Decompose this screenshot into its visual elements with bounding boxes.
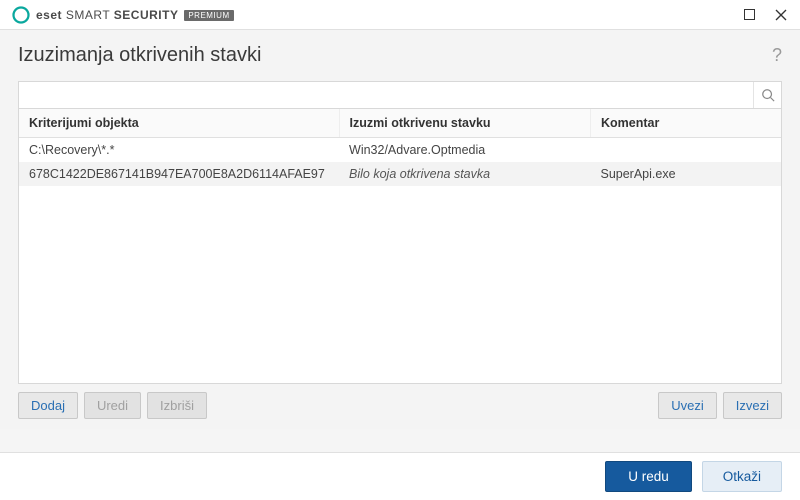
col-exclude[interactable]: Izuzmi otkrivenu stavku [339, 109, 590, 138]
brand-light: SMART [66, 8, 110, 22]
ok-button[interactable]: U redu [605, 461, 692, 492]
content-area: Izuzimanja otkrivenih stavki ? Kriteriju… [0, 30, 800, 429]
cell-exclude: Bilo koja otkrivena stavka [339, 162, 590, 186]
cancel-button[interactable]: Otkaži [702, 461, 782, 492]
table-header-row: Kriterijumi objekta Izuzmi otkrivenu sta… [19, 109, 781, 138]
help-icon[interactable]: ? [772, 45, 782, 66]
search-input[interactable] [19, 82, 753, 108]
cell-comment [590, 138, 781, 163]
page-header: Izuzimanja otkrivenih stavki ? [18, 44, 782, 67]
window-controls [740, 6, 790, 24]
table-row[interactable]: C:\Recovery\*.*Win32/Advare.Optmedia [19, 138, 781, 163]
add-button[interactable]: Dodaj [18, 392, 78, 419]
cell-comment: SuperApi.exe [590, 162, 781, 186]
edit-button[interactable]: Uredi [84, 392, 141, 419]
page-title: Izuzimanja otkrivenih stavki [18, 44, 261, 67]
brand-bold: SECURITY [114, 8, 179, 22]
eset-logo-icon [12, 6, 30, 24]
export-button[interactable]: Izvezi [723, 392, 782, 419]
exclusions-table: Kriterijumi objekta Izuzmi otkrivenu sta… [19, 109, 781, 186]
col-criteria[interactable]: Kriterijumi objekta [19, 109, 339, 138]
cell-exclude: Win32/Advare.Optmedia [339, 138, 590, 163]
dialog-footer: U redu Otkaži [0, 452, 800, 500]
brand: eset SMART SECURITY PREMIUM [12, 6, 234, 24]
cell-criteria: 678C1422DE867141B947EA700E8A2D6114AFAE97 [19, 162, 339, 186]
brand-eset: eset [36, 8, 62, 22]
toolbar-left: Dodaj Uredi Izbriši [18, 392, 207, 419]
search-icon[interactable] [753, 82, 781, 108]
close-icon[interactable] [772, 6, 790, 24]
exclusions-table-container: Kriterijumi objekta Izuzmi otkrivenu sta… [18, 109, 782, 384]
titlebar: eset SMART SECURITY PREMIUM [0, 0, 800, 30]
import-button[interactable]: Uvezi [658, 392, 717, 419]
col-comment[interactable]: Komentar [590, 109, 781, 138]
table-row[interactable]: 678C1422DE867141B947EA700E8A2D6114AFAE97… [19, 162, 781, 186]
search-bar [18, 81, 782, 109]
maximize-icon[interactable] [740, 6, 758, 24]
toolbar-right: Uvezi Izvezi [658, 392, 782, 419]
toolbar: Dodaj Uredi Izbriši Uvezi Izvezi [18, 392, 782, 419]
brand-badge: PREMIUM [184, 10, 233, 21]
brand-text: eset SMART SECURITY PREMIUM [36, 8, 234, 22]
cell-criteria: C:\Recovery\*.* [19, 138, 339, 163]
delete-button[interactable]: Izbriši [147, 392, 207, 419]
